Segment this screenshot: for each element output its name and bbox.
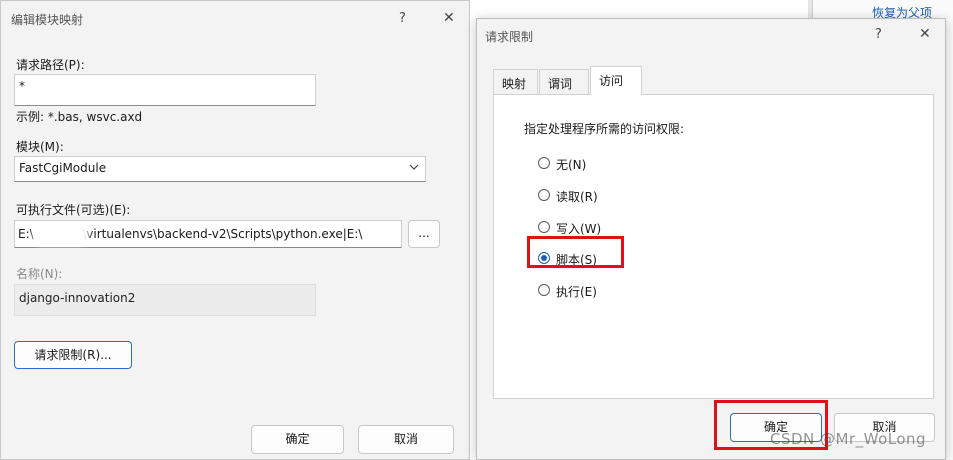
highlight-script-option: [527, 236, 624, 268]
radio-label: 执行(E): [556, 285, 597, 299]
left-ok-button[interactable]: 确定: [251, 425, 344, 454]
left-cancel-button[interactable]: 取消: [358, 425, 454, 454]
module-select[interactable]: FastCgiModule: [14, 156, 426, 182]
request-path-input[interactable]: *: [14, 74, 316, 106]
radio-label: 读取(R): [556, 190, 598, 204]
left-dialog-titlebar: 编辑模块映射 ? ✕: [1, 1, 469, 37]
close-icon[interactable]: ✕: [443, 10, 455, 26]
left-dialog-title: 编辑模块映射: [11, 13, 84, 27]
radio-circle: [538, 157, 550, 169]
chevron-down-icon: [409, 162, 419, 175]
watermark: CSDN @Mr_WoLong: [770, 430, 927, 448]
browse-button[interactable]: ...: [408, 220, 440, 248]
name-label: 名称(N):: [16, 267, 63, 281]
radio-circle: [538, 221, 550, 233]
tab-mapping[interactable]: 映射: [493, 69, 538, 94]
radio-label: 无(N): [556, 158, 587, 172]
redaction-blur: [33, 225, 89, 245]
radio-circle: [538, 284, 550, 296]
right-dialog-title: 请求限制: [485, 30, 534, 44]
access-instruction: 指定处理程序所需的访问权限:: [524, 122, 685, 136]
request-restrictions-button[interactable]: 请求限制(R)...: [14, 341, 132, 369]
radio-circle: [538, 189, 550, 201]
tab-verbs[interactable]: 谓词: [539, 69, 589, 94]
help-icon[interactable]: ?: [399, 11, 406, 26]
tab-access[interactable]: 访问: [590, 66, 642, 95]
name-field: django-innovation2: [14, 284, 316, 316]
request-path-label: 请求路径(P):: [16, 58, 85, 72]
close-icon[interactable]: ✕: [919, 26, 931, 42]
executable-label: 可执行文件(可选)(E):: [16, 203, 131, 217]
module-label: 模块(M):: [16, 140, 64, 154]
radio-label: 写入(W): [556, 222, 602, 236]
module-select-value: FastCgiModule: [19, 161, 107, 175]
help-icon[interactable]: ?: [875, 27, 882, 42]
edit-module-mapping-dialog: 编辑模块映射 ? ✕ 请求路径(P): * 示例: *.bas, wsvc.ax…: [0, 0, 470, 460]
request-path-example: 示例: *.bas, wsvc.axd: [16, 110, 143, 124]
